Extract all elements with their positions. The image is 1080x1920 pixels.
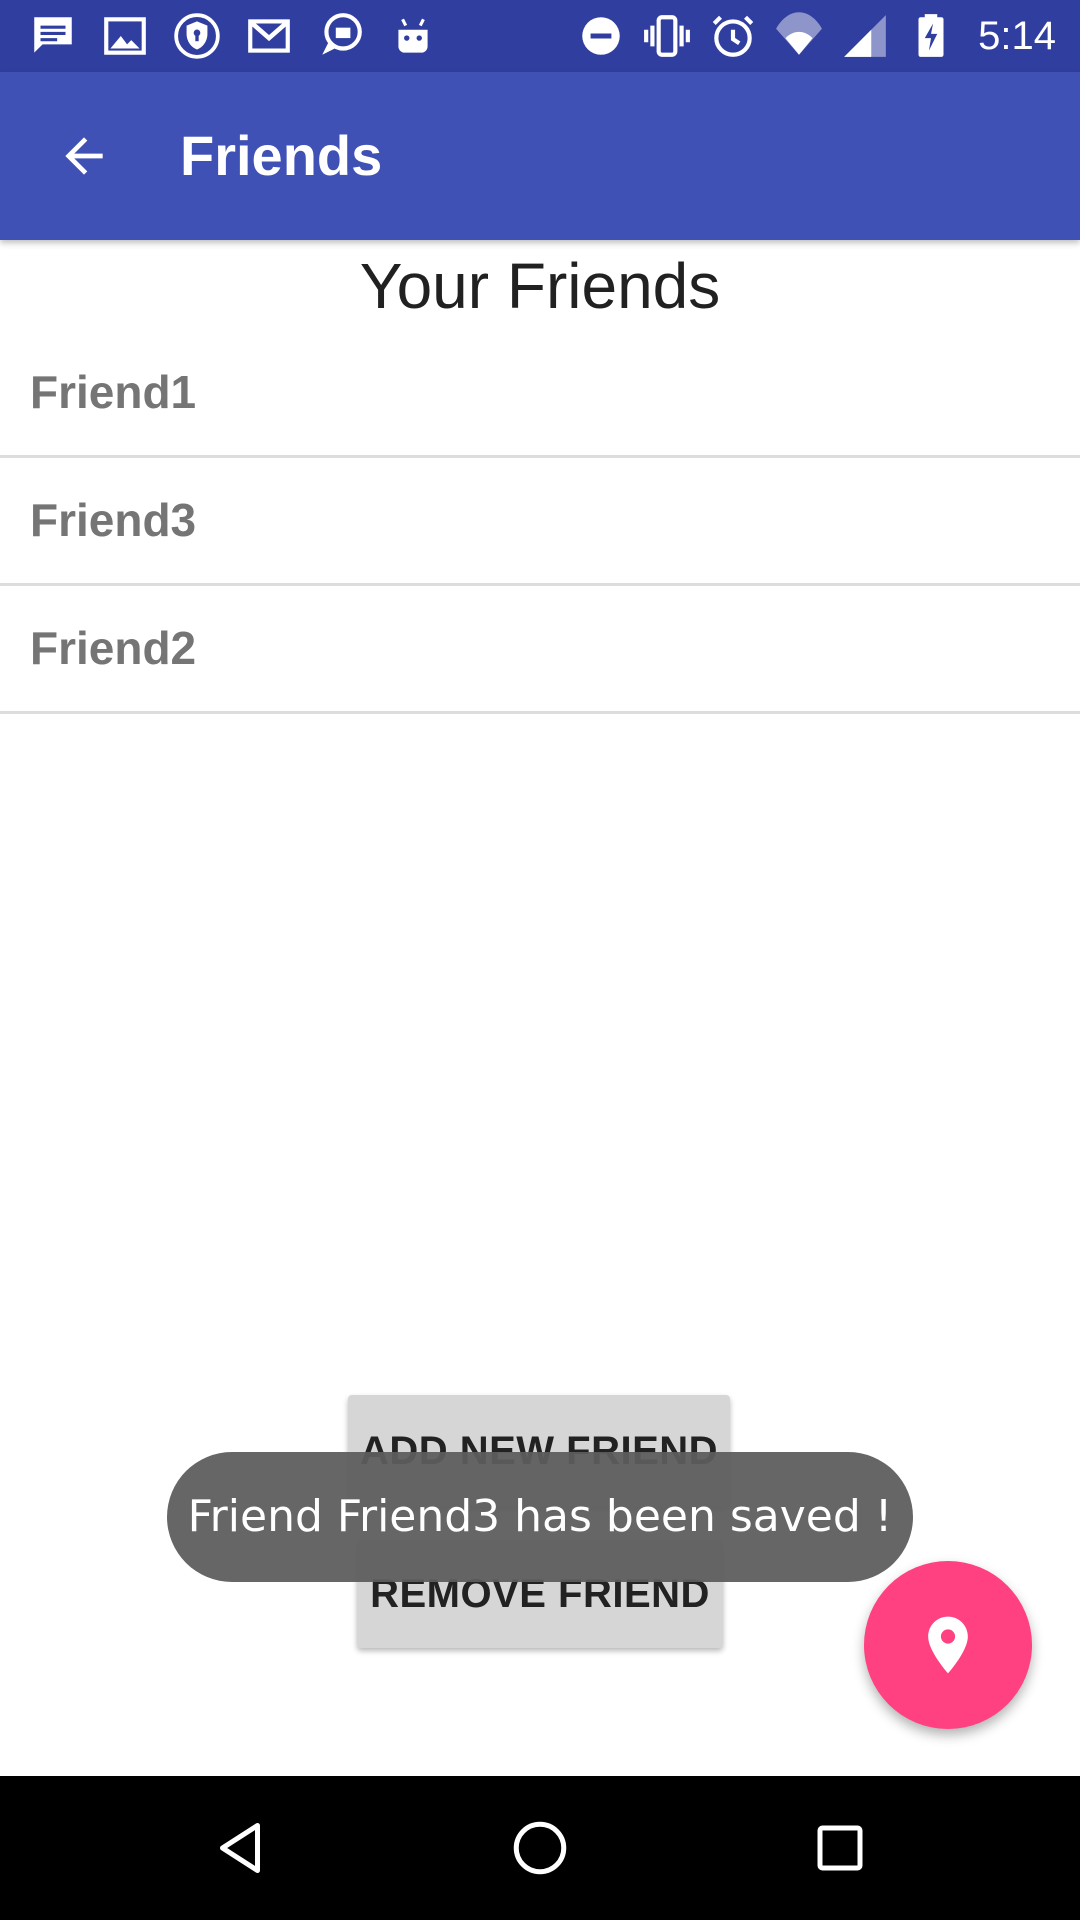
status-system-icons: 5:14 xyxy=(576,10,1056,62)
friend-list-item[interactable]: Friend2 xyxy=(0,586,1080,714)
android-icon xyxy=(398,18,428,53)
nav-back-button[interactable] xyxy=(192,1800,288,1896)
message-icon xyxy=(34,17,72,53)
status-notification-icons xyxy=(28,10,438,62)
friend-list-item[interactable]: Friend1 xyxy=(0,330,1080,458)
status-time: 5:14 xyxy=(978,13,1056,58)
nav-back-icon xyxy=(220,1823,260,1873)
app-bar: Friends xyxy=(0,72,1080,240)
signal-icon xyxy=(844,15,886,57)
back-button[interactable] xyxy=(36,108,132,204)
location-pin-icon xyxy=(928,1616,968,1674)
nav-recents-button[interactable] xyxy=(792,1800,888,1896)
nav-home-icon xyxy=(513,1821,567,1875)
do-not-disturb-icon xyxy=(582,17,620,55)
gmail-icon xyxy=(248,19,290,53)
arrow-back-icon xyxy=(65,137,103,175)
alarm-icon xyxy=(712,15,754,57)
shield-icon xyxy=(174,13,220,59)
image-icon xyxy=(104,17,146,55)
toast-message: Friend Friend3 has been saved ! xyxy=(167,1452,913,1582)
location-fab-button[interactable] xyxy=(864,1561,1032,1729)
wifi-icon xyxy=(776,12,823,55)
friends-list: Friend1 Friend3 Friend2 xyxy=(0,330,1080,714)
battery-charging-icon xyxy=(918,14,944,57)
vibrate-icon xyxy=(644,15,691,57)
nav-home-button[interactable] xyxy=(492,1800,588,1896)
nav-recents-icon xyxy=(817,1825,863,1871)
friends-heading: Your Friends xyxy=(359,250,721,322)
page-title: Friends xyxy=(180,124,383,187)
status-bar: 5:14 xyxy=(0,0,1080,72)
chat-bubble-icon xyxy=(322,13,362,55)
friend-list-item[interactable]: Friend3 xyxy=(0,458,1080,586)
navigation-bar xyxy=(0,1776,1080,1920)
